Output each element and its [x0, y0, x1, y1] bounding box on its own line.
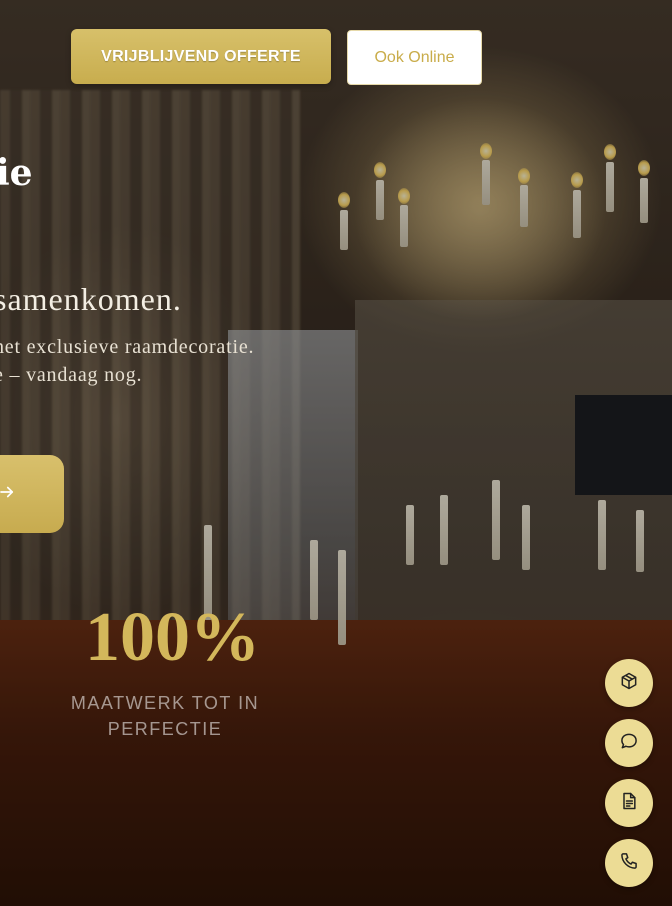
arrow-right-icon [0, 483, 16, 506]
phone-icon [619, 851, 639, 876]
brand-title-fragment: ie [0, 152, 33, 194]
hero-subline: e – vandaag nog. [0, 364, 143, 386]
hero-background-photo [0, 0, 672, 906]
online-button[interactable]: Ook Online [347, 30, 482, 85]
hero-subline: het exclusieve raamdecoratie. [0, 336, 255, 358]
request-quote-button[interactable]: VRIJBLIJVEND OFFERTE [71, 29, 331, 84]
document-fab-button[interactable] [605, 779, 653, 827]
hero-dark-overlay [0, 0, 672, 906]
stat-value: 100% [85, 599, 260, 676]
product-fab-button[interactable] [605, 659, 653, 707]
phone-fab-button[interactable] [605, 839, 653, 887]
hero-cta-button[interactable] [0, 455, 64, 533]
chat-fab-button[interactable] [605, 719, 653, 767]
stat-label-line: PERFECTIE [107, 719, 223, 739]
stat-label: MAATWERK TOT IN PERFECTIE [70, 690, 260, 742]
document-icon [619, 791, 639, 816]
cube-icon [619, 671, 639, 696]
hero-headline: samenkomen. [0, 281, 182, 317]
stat-label-line: MAATWERK TOT IN [70, 693, 260, 713]
chat-icon [619, 731, 639, 756]
